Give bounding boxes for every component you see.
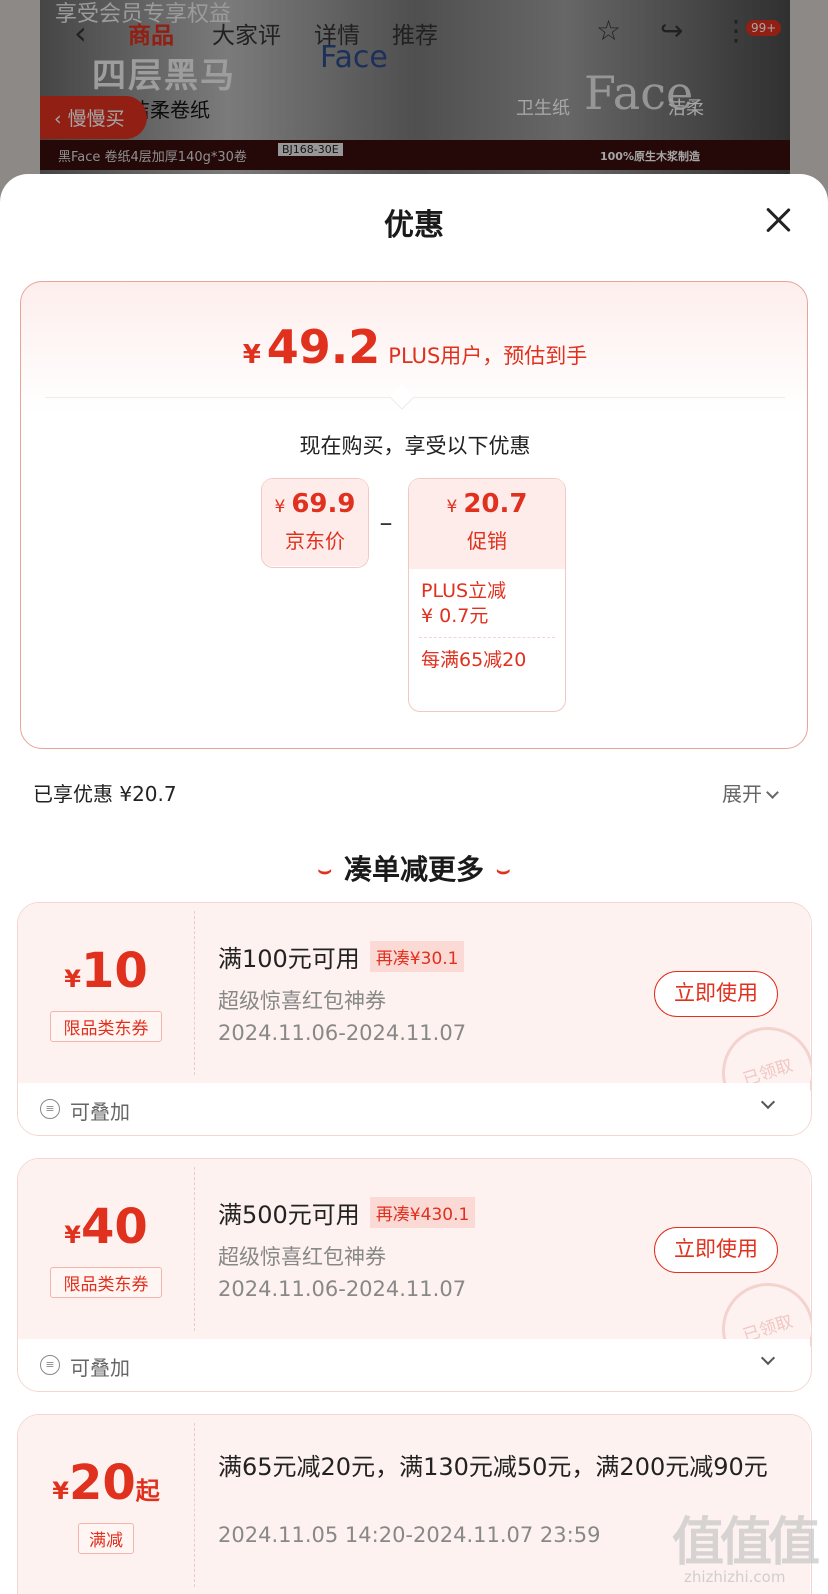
stack-icon: ≡ xyxy=(40,1355,60,1375)
minus-sign: – xyxy=(379,508,393,538)
promotion-label: 促销 xyxy=(467,529,507,553)
discount-sheet: 优惠 ¥49.2 PLUS用户，预估到手 现在购买，享受以下优惠 ¥69.9 京东… xyxy=(0,174,828,1594)
promotion-item-plus: PLUS立减 ¥ 0.7元 xyxy=(421,580,507,627)
stackable-label: 可叠加 xyxy=(70,1100,130,1124)
coupon-name: 超级惊喜红包神券 xyxy=(218,1245,386,1269)
coupon-type-tag: 满减 xyxy=(78,1523,134,1554)
jd-price-currency: ¥ xyxy=(274,497,286,517)
coupon-currency: ¥ xyxy=(64,1221,81,1249)
promotion-value: 20.7 xyxy=(463,489,528,519)
coupon-amount-suffix: 起 xyxy=(135,1477,160,1505)
final-price: ¥49.2 PLUS用户，预估到手 xyxy=(21,320,809,374)
coupon-amount: ¥10 xyxy=(18,943,194,999)
promotion-head: ¥20.7 促销 xyxy=(409,479,565,569)
jd-price-label: 京东价 xyxy=(285,529,345,553)
use-now-button[interactable]: 立即使用 xyxy=(654,971,778,1017)
promotion-box: ¥20.7 促销 PLUS立减 ¥ 0.7元 每满65减20 xyxy=(408,478,566,712)
coupon-again-tag: 再凑¥30.1 xyxy=(369,941,465,972)
coupon-amount-value: 40 xyxy=(80,1199,148,1255)
coupon-amount: ¥40 xyxy=(18,1199,194,1255)
expand-button[interactable]: 展开 xyxy=(722,778,779,807)
coupon-footer[interactable]: ≡ 可叠加 xyxy=(18,1083,810,1135)
section-title: ⌣ 凑单减更多 ⌣ xyxy=(0,848,828,888)
final-price-currency: ¥ xyxy=(242,340,261,370)
product-page-background: 享受会员专享权益 四层黑马 洁柔卷纸 Face Face 卫生纸 洁柔 黑Fac… xyxy=(0,0,828,200)
coupon-divider xyxy=(194,911,195,1075)
use-now-button[interactable]: 立即使用 xyxy=(654,1227,778,1273)
chevron-down-icon xyxy=(766,786,779,799)
coupon-condition-text: 满100元可用 xyxy=(218,945,360,973)
final-price-desc: PLUS用户，预估到手 xyxy=(388,344,588,368)
stackable-label: 可叠加 xyxy=(70,1356,130,1380)
coupon-again-tag: 再凑¥430.1 xyxy=(369,1197,476,1228)
section-title-text: 凑单减更多 xyxy=(343,853,484,886)
watermark-logo: 值值值 xyxy=(672,1513,820,1573)
final-price-value: 49.2 xyxy=(266,320,381,374)
coupon-divider xyxy=(194,1167,195,1331)
coupon-condition-text: 满500元可用 xyxy=(218,1201,360,1229)
coupon-footer[interactable]: ≡ 可叠加 xyxy=(18,1339,810,1391)
promotion-currency: ¥ xyxy=(446,497,458,517)
coupon-condition: 满65元减20元，满130元减50元，满200元减90元 xyxy=(218,1453,768,1481)
promotion-item-full-reduction: 每满65减20 xyxy=(421,649,527,671)
jd-price-head: ¥69.9 京东价 xyxy=(262,479,368,566)
price-card: ¥49.2 PLUS用户，预估到手 现在购买，享受以下优惠 ¥69.9 京东价 –… xyxy=(20,281,808,749)
chevron-down-icon[interactable] xyxy=(760,1094,776,1110)
coupon-name: 超级惊喜红包神券 xyxy=(218,989,386,1013)
coupon-currency: ¥ xyxy=(64,965,81,993)
divider-notch xyxy=(389,384,415,410)
watermark-url: zhizhizhi.com xyxy=(684,1568,786,1586)
swoosh-right-icon: ⌣ xyxy=(496,858,511,883)
coupon-currency: ¥ xyxy=(52,1477,69,1505)
coupon-body: ¥40 限品类东券 满500元可用 再凑¥430.1 超级惊喜红包神券 2024.… xyxy=(18,1159,811,1387)
jd-price-value: 69.9 xyxy=(291,489,356,519)
modal-overlay[interactable] xyxy=(0,0,828,200)
coupon-amount: ¥20起 xyxy=(18,1455,194,1511)
coupon-amount-value: 10 xyxy=(80,943,148,999)
jd-price-box: ¥69.9 京东价 xyxy=(261,478,369,568)
buy-now-text: 现在购买，享受以下优惠 xyxy=(299,434,531,458)
coupon-type-tag: 限品类东券 xyxy=(50,1267,162,1298)
stack-icon: ≡ xyxy=(40,1099,60,1119)
coupon-dates: 2024.11.05 14:20-2024.11.07 23:59 xyxy=(218,1523,601,1547)
swoosh-left-icon: ⌣ xyxy=(317,858,332,883)
coupon-card: ¥40 限品类东券 满500元可用 再凑¥430.1 超级惊喜红包神券 2024.… xyxy=(17,1158,812,1392)
close-icon[interactable] xyxy=(760,202,796,238)
coupon-dates: 2024.11.06-2024.11.07 xyxy=(218,1277,467,1301)
enjoyed-discount: 已享优惠 ¥20.7 xyxy=(33,782,177,806)
chevron-down-icon[interactable] xyxy=(760,1350,776,1366)
sheet-title: 优惠 xyxy=(384,208,444,243)
coupon-condition: 满500元可用 再凑¥430.1 xyxy=(218,1195,476,1230)
coupon-amount-value: 20 xyxy=(68,1455,136,1511)
divider xyxy=(45,397,785,398)
coupon-card: ¥10 限品类东券 满100元可用 再凑¥30.1 超级惊喜红包神券 2024.1… xyxy=(17,902,812,1136)
coupon-condition: 满100元可用 再凑¥30.1 xyxy=(218,939,465,974)
coupon-type-tag: 限品类东券 xyxy=(50,1011,162,1042)
expand-label: 展开 xyxy=(722,782,762,806)
coupon-body: ¥10 限品类东券 满100元可用 再凑¥30.1 超级惊喜红包神券 2024.1… xyxy=(18,903,811,1131)
coupon-dates: 2024.11.06-2024.11.07 xyxy=(218,1021,467,1045)
coupon-divider xyxy=(194,1423,195,1587)
